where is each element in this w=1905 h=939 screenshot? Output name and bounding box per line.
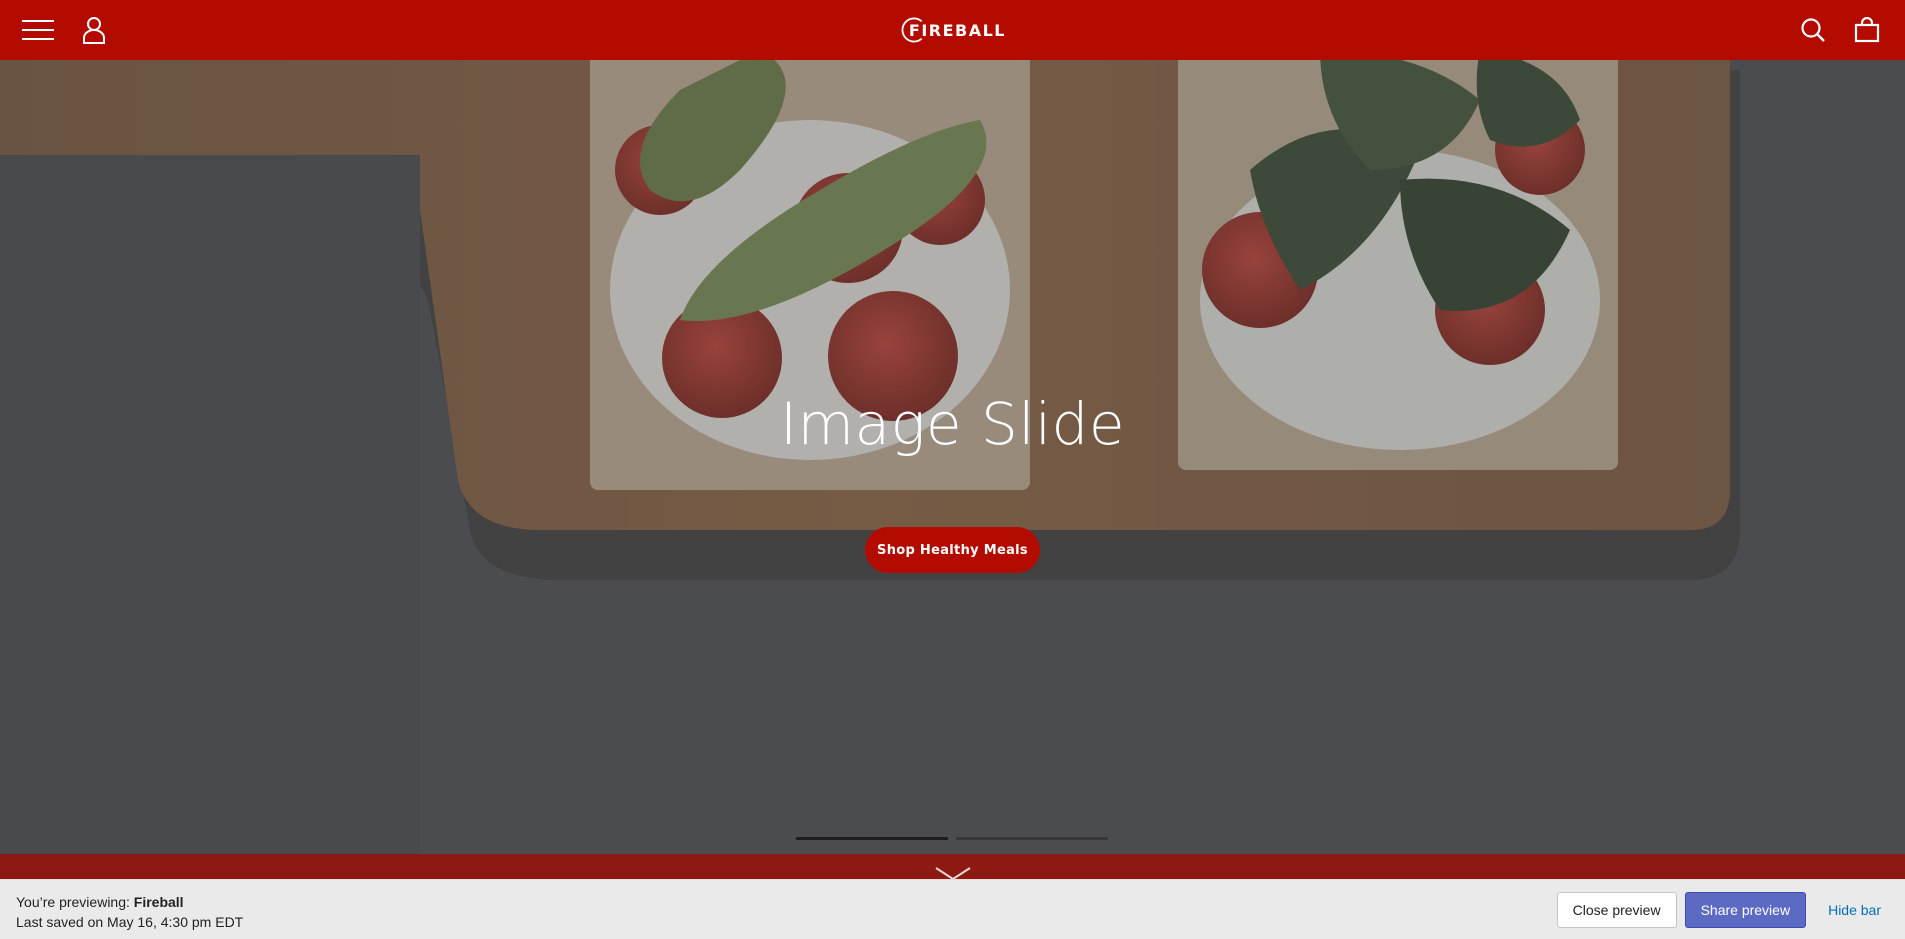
theme-preview-bar: You’re previewing: Fireball Last saved o… — [0, 879, 1905, 939]
last-saved-text: Last saved on May 16, 4:30 pm EDT — [16, 914, 244, 930]
site-header: FIREBALL — [0, 0, 1905, 60]
theme-name: Fireball — [133, 894, 184, 910]
close-preview-button[interactable]: Close preview — [1556, 892, 1677, 928]
brand-logo[interactable]: FIREBALL — [900, 10, 1006, 50]
shop-healthy-meals-button[interactable]: Shop Healthy Meals — [865, 527, 1040, 573]
hero-title: Image Slide — [779, 390, 1126, 458]
slide-pager — [796, 837, 1108, 840]
preview-line: You’re previewing: Fireball — [16, 892, 243, 912]
preview-info: You’re previewing: Fireball Last saved o… — [16, 892, 243, 932]
brand-name: FIREBALL — [908, 20, 1006, 40]
slide-indicator-2[interactable] — [956, 837, 1108, 840]
hero-slideshow: Image Slide Shop Healthy Meals — [0, 60, 1905, 854]
slide-indicator-1[interactable] — [796, 837, 948, 840]
previewing-prefix: You’re previewing: — [16, 894, 130, 910]
preview-actions: Close preview Share preview Hide bar — [1556, 892, 1881, 928]
share-preview-button[interactable]: Share preview — [1684, 892, 1807, 928]
chevron-down-icon[interactable] — [934, 866, 972, 880]
hamburger-menu-icon[interactable] — [22, 14, 54, 46]
shopping-bag-icon[interactable] — [1851, 14, 1883, 46]
hide-bar-link[interactable]: Hide bar — [1814, 892, 1881, 928]
search-icon[interactable] — [1797, 14, 1829, 46]
header-right-actions — [1797, 14, 1883, 46]
header-left-actions — [22, 14, 110, 46]
user-icon[interactable] — [78, 14, 110, 46]
